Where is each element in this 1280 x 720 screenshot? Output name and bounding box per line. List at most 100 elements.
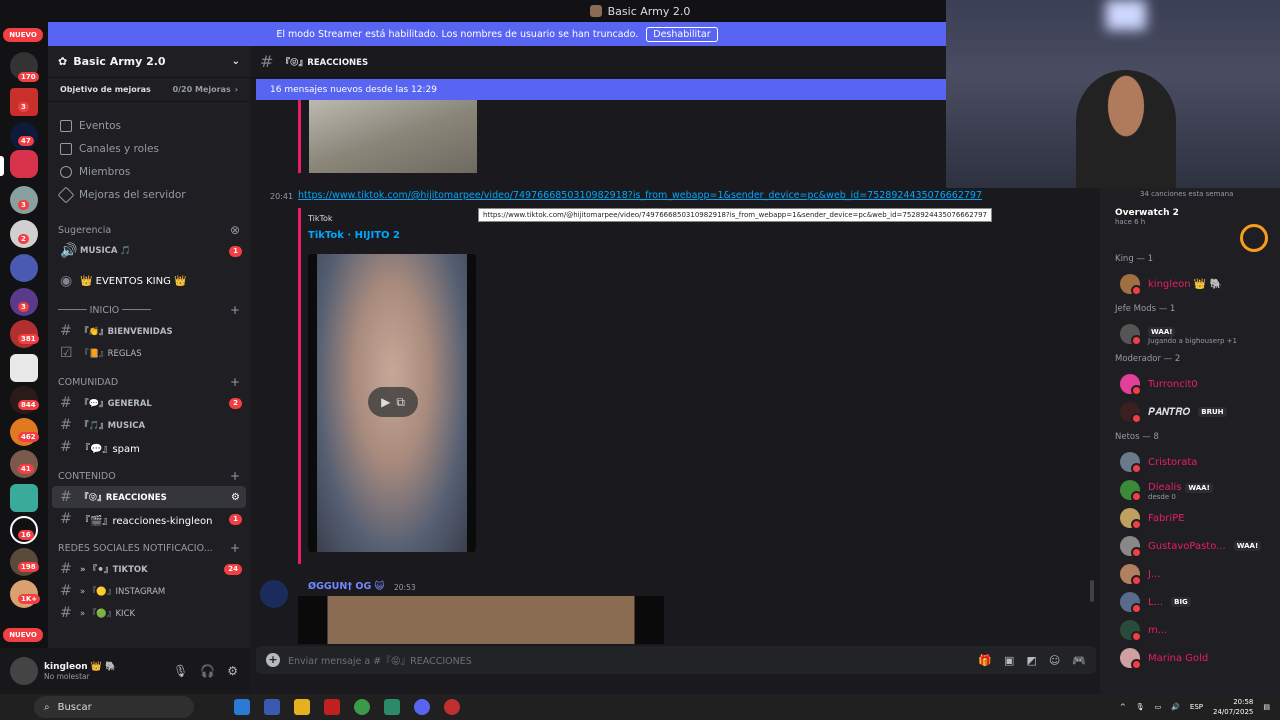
mention-count: 3 bbox=[18, 102, 29, 112]
channel-instagram[interactable]: # » 『🟡』INSTAGRAM bbox=[48, 580, 250, 602]
member-row[interactable]: Diealis WAA! desde 0 bbox=[1100, 476, 1280, 504]
member-name: kingleon 👑 🐘 bbox=[1148, 278, 1222, 290]
network-icon[interactable]: ▭ bbox=[1155, 703, 1162, 711]
channel-spam[interactable]: # 『💬』spam bbox=[48, 436, 250, 458]
gift-icon[interactable]: 🎁 bbox=[978, 654, 992, 667]
microphone-icon[interactable]: 🎙 bbox=[1136, 703, 1145, 711]
gif-icon[interactable]: ▣ bbox=[1004, 654, 1014, 667]
nav-server-boost[interactable]: Mejoras del servidor bbox=[48, 183, 250, 206]
clock[interactable]: 20:58 24/07/2025 bbox=[1213, 697, 1253, 717]
channel-reacciones-kingleon[interactable]: # 『🎬』reacciones-kingleon 1 bbox=[48, 508, 250, 530]
tiktok-link[interactable]: https://www.tiktok.com/@hijitomarpee/vid… bbox=[298, 190, 982, 201]
member-name: Diealis bbox=[1148, 482, 1182, 493]
channel-suggested-music[interactable]: 🔊 MUSICA 🎵 1 bbox=[48, 240, 250, 262]
member-row[interactable]: 𝑷𝑨𝑵𝑻𝑹𝑶 BRUH bbox=[1100, 398, 1280, 426]
hash-icon: # bbox=[60, 439, 72, 455]
search-icon: ⌕ bbox=[44, 701, 50, 713]
category-comunidad[interactable]: COMUNIDAD + bbox=[48, 372, 250, 392]
member-row[interactable]: FabriPE bbox=[1100, 504, 1280, 532]
member-row[interactable]: m... bbox=[1100, 616, 1280, 644]
add-channel-icon[interactable]: + bbox=[230, 541, 240, 555]
boost-icon bbox=[57, 186, 75, 203]
category-contenido[interactable]: CONTENIDO + bbox=[48, 466, 250, 486]
add-channel-icon[interactable]: + bbox=[230, 303, 240, 317]
obs-icon[interactable] bbox=[444, 699, 460, 715]
boost-goal[interactable]: Objetivo de mejoras 0/20 Mejoras › bbox=[48, 78, 250, 102]
discord-icon[interactable] bbox=[414, 699, 430, 715]
avatar[interactable] bbox=[10, 657, 38, 685]
play-button[interactable]: ▶ ⧉ bbox=[368, 387, 418, 417]
member-name: GustavoPasto... bbox=[1148, 540, 1226, 552]
tray-expand-icon[interactable]: ^ bbox=[1120, 703, 1126, 711]
composer-placeholder[interactable]: Enviar mensaje a #『😝』REACCIONES bbox=[288, 653, 472, 667]
app-icon[interactable] bbox=[384, 699, 400, 715]
disable-streamer-button[interactable]: Deshabilitar bbox=[646, 26, 718, 42]
add-channel-icon[interactable]: + bbox=[230, 375, 240, 389]
activity-card[interactable]: Overwatch 2 hace 6 h bbox=[1100, 198, 1280, 252]
hash-icon: # bbox=[60, 417, 72, 433]
channel-kick[interactable]: # » 『🟢』KICK bbox=[48, 602, 250, 624]
language-indicator[interactable]: ESP bbox=[1190, 703, 1203, 711]
channel-bienvenidas[interactable]: # 『👏』BIENVENIDAS bbox=[48, 320, 250, 342]
folder-icon[interactable] bbox=[294, 699, 310, 715]
channel-name: 『💬』GENERAL bbox=[80, 399, 152, 409]
member-row[interactable]: Turroncit0 bbox=[1100, 370, 1280, 398]
link-tooltip: https://www.tiktok.com/@hijitomarpee/vid… bbox=[478, 208, 993, 222]
avatar bbox=[1120, 564, 1142, 586]
settings-gear-icon[interactable]: ⚙ bbox=[231, 492, 240, 503]
channel-tiktok[interactable]: # » 『⚫』TIKTOK 24 bbox=[48, 558, 250, 580]
channel-events-king[interactable]: ◉ 👑 EVENTOS KING 👑 bbox=[48, 270, 250, 292]
new-messages-bar[interactable]: 16 mensajes nuevos desde las 12:29 bbox=[256, 79, 946, 100]
member-name: L... bbox=[1148, 596, 1164, 608]
chrome-icon[interactable] bbox=[354, 699, 370, 715]
unread-count: 2 bbox=[229, 397, 242, 409]
server-icon[interactable] bbox=[10, 254, 38, 282]
channel-musica[interactable]: # 『🎵』MUSICA bbox=[48, 414, 250, 436]
member-row[interactable]: L... BIG bbox=[1100, 588, 1280, 616]
member-row[interactable]: kingleon 👑 🐘 bbox=[1100, 270, 1280, 298]
app-icon[interactable] bbox=[324, 699, 340, 715]
video-embed[interactable]: ▶ ⧉ bbox=[308, 254, 476, 552]
channel-general[interactable]: # 『💬』GENERAL 2 bbox=[48, 392, 250, 414]
guild-header[interactable]: ✿ Basic Army 2.0 ⌄ bbox=[48, 46, 250, 78]
previous-embed-thumbnail[interactable] bbox=[309, 100, 477, 173]
server-icon[interactable] bbox=[10, 354, 38, 382]
add-attachment-icon[interactable]: + bbox=[266, 653, 280, 667]
category-redes[interactable]: REDES SOCIALES NOTIFICACIO... + bbox=[48, 538, 250, 558]
channel-reglas[interactable]: ☑ 『📙』REGLAS bbox=[48, 342, 250, 364]
server-icon-active[interactable] bbox=[10, 150, 38, 178]
nav-channels-roles[interactable]: Canales y roles bbox=[48, 137, 250, 160]
sticker-icon[interactable]: ◩ bbox=[1026, 654, 1036, 667]
microphone-icon[interactable]: 🎙 bbox=[173, 664, 188, 678]
category-inicio[interactable]: ───── INICIO ───── + bbox=[48, 300, 250, 320]
channel-reacciones-active[interactable]: # 『😝』REACCIONES ⚙ bbox=[52, 486, 246, 508]
gear-icon[interactable]: ⚙ bbox=[227, 664, 238, 678]
copilot-icon[interactable] bbox=[234, 699, 250, 715]
overwatch-icon bbox=[1240, 224, 1268, 252]
member-row[interactable]: Marina Gold bbox=[1100, 644, 1280, 672]
message-image[interactable] bbox=[298, 596, 664, 644]
scrollbar-thumb[interactable] bbox=[1090, 580, 1094, 602]
app-icon[interactable] bbox=[264, 699, 280, 715]
headphones-icon[interactable]: 🎧 bbox=[200, 664, 215, 678]
nav-events[interactable]: Eventos bbox=[48, 114, 250, 137]
nav-label: Eventos bbox=[79, 119, 121, 132]
close-icon[interactable]: ⊗ bbox=[230, 223, 240, 237]
embed-title[interactable]: TikTok · HIJITO 2 bbox=[308, 230, 400, 241]
nav-members[interactable]: Miembros bbox=[48, 160, 250, 183]
emoji-icon[interactable]: ☺ bbox=[1049, 654, 1060, 667]
author-name[interactable]: ØGGUN† OG 😺 bbox=[308, 581, 384, 592]
spotify-note: 34 canciones esta semana bbox=[1140, 190, 1234, 198]
avatar[interactable] bbox=[260, 580, 288, 608]
member-row[interactable]: Cristorata bbox=[1100, 448, 1280, 476]
apps-icon[interactable]: 🎮 bbox=[1072, 654, 1086, 667]
message-composer[interactable]: + Enviar mensaje a #『😝』REACCIONES 🎁 ▣ ◩ … bbox=[256, 646, 1096, 674]
server-icon[interactable] bbox=[10, 484, 38, 512]
add-channel-icon[interactable]: + bbox=[230, 469, 240, 483]
notification-icon[interactable]: ▤ bbox=[1263, 703, 1270, 711]
member-row[interactable]: J... bbox=[1100, 560, 1280, 588]
member-row[interactable]: WAA! Jugando a bighouserp +1 bbox=[1100, 320, 1280, 348]
volume-icon[interactable]: 🔊 bbox=[1171, 703, 1180, 711]
member-row[interactable]: GustavoPasto... WAA! bbox=[1100, 532, 1280, 560]
taskbar-search[interactable]: ⌕ Buscar bbox=[34, 696, 194, 718]
